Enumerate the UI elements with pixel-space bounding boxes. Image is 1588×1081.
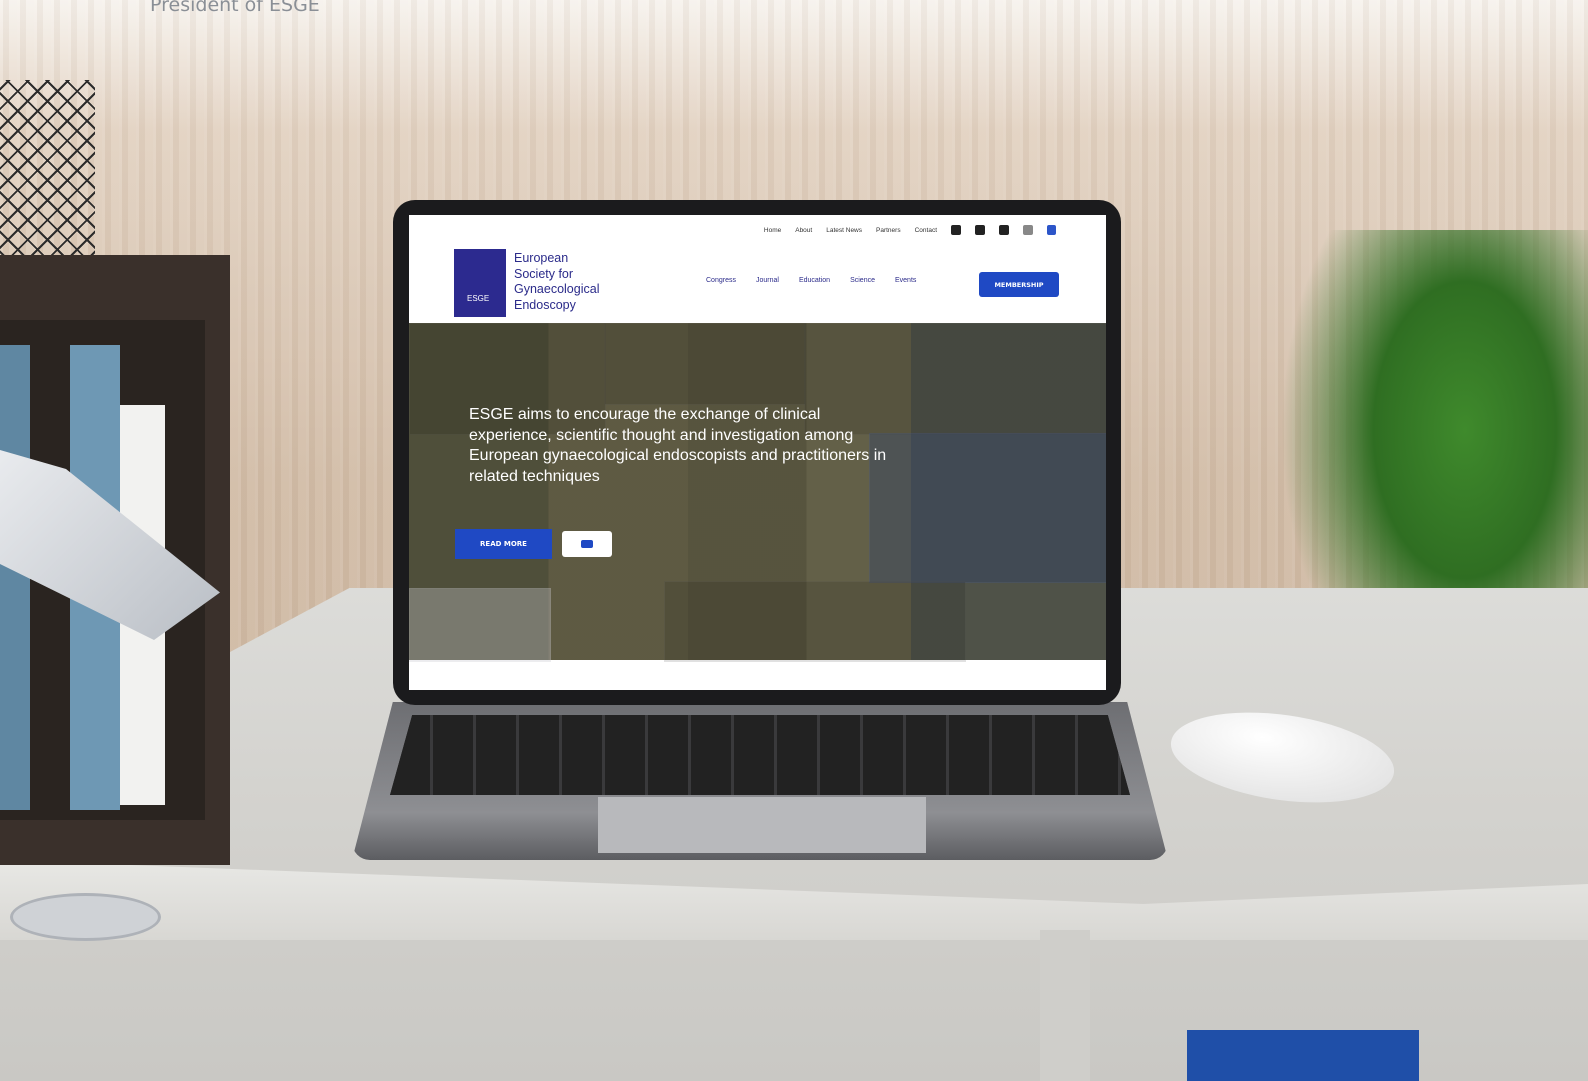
linkedin-icon[interactable]: [999, 225, 1009, 235]
caption-text: President of ESGE: [150, 0, 320, 16]
logo-text: ESGE: [467, 294, 490, 303]
nav-contact[interactable]: Contact: [915, 227, 937, 234]
nav-about[interactable]: About: [795, 227, 812, 234]
main-navigation: Congress Journal Education Science Event…: [706, 277, 916, 284]
site-header: ESGE European Society for Gynaecological…: [409, 245, 1106, 323]
lock-icon[interactable]: [1047, 225, 1056, 235]
lamp-base: [10, 893, 161, 941]
blue-button-block[interactable]: [1187, 1030, 1419, 1081]
hero-photo: [409, 588, 551, 662]
hero-photo: [604, 323, 806, 405]
hero-banner: ESGE aims to encourage the exchange of c…: [409, 323, 1106, 662]
nav-science[interactable]: Science: [850, 277, 875, 284]
twitter-icon[interactable]: [975, 225, 985, 235]
top-navigation: Home About Latest News Partners Contact: [409, 215, 1106, 245]
book: [0, 345, 30, 810]
membership-button[interactable]: MEMBERSHIP: [979, 272, 1059, 297]
hero-text: ESGE aims to encourage the exchange of c…: [469, 406, 887, 485]
keyboard: [390, 715, 1130, 795]
plant-pot: [0, 80, 95, 270]
nav-home[interactable]: Home: [764, 227, 781, 234]
instagram-icon[interactable]: [1023, 225, 1033, 235]
desk-leg: [1040, 930, 1090, 1081]
brand-line: Society for: [514, 266, 574, 281]
brand-line: European: [514, 251, 569, 265]
read-more-button[interactable]: READ MORE: [455, 529, 552, 559]
hero-photo: [664, 581, 966, 662]
nav-congress[interactable]: Congress: [706, 277, 736, 284]
nav-latest-news[interactable]: Latest News: [826, 227, 862, 234]
nav-partners[interactable]: Partners: [876, 227, 901, 234]
hero-photo: [869, 433, 1106, 583]
esge-logo[interactable]: ESGE: [454, 249, 506, 317]
laptop-screen: Home About Latest News Partners Contact …: [409, 215, 1106, 690]
brand-line: Gynaecological: [514, 282, 600, 296]
nav-journal[interactable]: Journal: [756, 277, 779, 284]
brand-name[interactable]: European Society for Gynaecological Endo…: [514, 251, 599, 313]
nav-education[interactable]: Education: [799, 277, 830, 284]
trackpad: [598, 797, 926, 853]
nav-events[interactable]: Events: [895, 277, 916, 284]
facebook-icon[interactable]: [951, 225, 961, 235]
play-icon: [581, 540, 593, 548]
brand-line: Endoscopy: [514, 297, 576, 312]
video-button[interactable]: [562, 531, 612, 557]
